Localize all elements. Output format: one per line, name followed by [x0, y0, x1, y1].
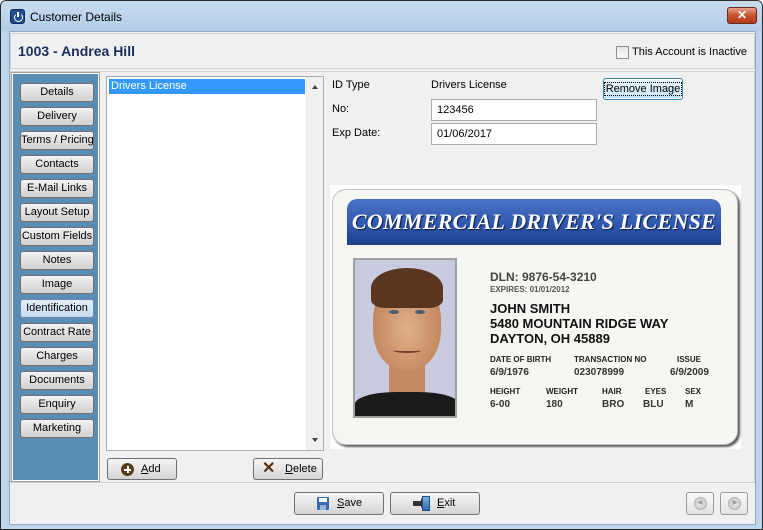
scroll-down-arrow-icon[interactable]: [312, 438, 318, 442]
customer-details-window: Customer Details ✕ 1003 - Andrea Hill Th…: [0, 0, 763, 530]
sex-label: SEX: [685, 387, 702, 396]
list-scrollbar[interactable]: [306, 77, 323, 450]
inactive-checkbox-label[interactable]: This Account is Inactive: [632, 46, 747, 58]
delete-button[interactable]: ✕ Delete: [253, 458, 323, 480]
transaction-value: 023078999: [574, 367, 625, 378]
no-input[interactable]: 123456: [431, 99, 597, 121]
window-title: Customer Details: [30, 10, 123, 24]
exit-label: xit: [444, 497, 456, 509]
add-button[interactable]: Add: [107, 458, 177, 480]
id-list[interactable]: Drivers License: [106, 76, 324, 451]
dob-label: DATE OF BIRTH: [490, 355, 552, 364]
sidebar-item-notes[interactable]: Notes: [20, 251, 94, 270]
power-icon: [10, 9, 25, 24]
eyes-label: EYES: [645, 387, 667, 396]
inactive-checkbox[interactable]: [616, 46, 629, 59]
previous-record-button[interactable]: ◀|: [686, 492, 714, 515]
remove-image-button[interactable]: Remove Image: [603, 78, 683, 100]
sidebar-item-documents[interactable]: Documents: [20, 371, 94, 390]
license-header: COMMERCIAL DRIVER'S LICENSE: [347, 199, 721, 245]
sidebar-item-e-mail-links[interactable]: E-Mail Links: [20, 179, 94, 198]
license-name: JOHN SMITH: [490, 301, 571, 316]
next-record-button[interactable]: |▶: [720, 492, 748, 515]
weight-value: 180: [546, 399, 563, 410]
exit-button[interactable]: Exit: [390, 492, 480, 515]
eyes-value: BLU: [643, 399, 664, 410]
weight-label: WEIGHT: [546, 387, 578, 396]
hair-label: HAIR: [602, 387, 622, 396]
sidebar: Details Delivery Terms / Pricing Contacts E-…: [11, 72, 100, 482]
transaction-label: TRANSACTION NO: [574, 355, 647, 364]
license-address2: DAYTON, OH 45889: [490, 331, 610, 346]
sidebar-item-details[interactable]: Details: [20, 83, 94, 102]
exp-date-label: Exp Date:: [332, 127, 381, 139]
id-image: COMMERCIAL DRIVER'S LICENSE DLN: 9876-54…: [330, 185, 741, 449]
remove-image-label: Remove Image: [603, 82, 683, 96]
close-button[interactable]: ✕: [727, 7, 757, 24]
sidebar-item-contacts[interactable]: Contacts: [20, 155, 94, 174]
sidebar-item-charges[interactable]: Charges: [20, 347, 94, 366]
sidebar-item-image[interactable]: Image: [20, 275, 94, 294]
customer-title: 1003 - Andrea Hill: [18, 43, 135, 59]
id-type-label: ID Type: [332, 79, 370, 91]
sidebar-item-marketing[interactable]: Marketing: [20, 419, 94, 438]
dob-value: 6/9/1976: [490, 367, 529, 378]
license-expires: EXPIRES: 01/01/2012: [490, 285, 570, 294]
delete-label-accel: D: [285, 463, 293, 475]
sidebar-item-contract-rate[interactable]: Contract Rate: [20, 323, 94, 342]
sidebar-item-delivery[interactable]: Delivery: [20, 107, 94, 126]
exit-door-icon: [413, 496, 431, 511]
scroll-up-arrow-icon[interactable]: [312, 85, 318, 89]
sex-value: M: [685, 399, 694, 410]
x-icon: ✕: [262, 460, 276, 477]
list-item[interactable]: Drivers License: [109, 79, 305, 94]
sidebar-item-enquiry[interactable]: Enquiry: [20, 395, 94, 414]
sidebar-item-identification[interactable]: Identification: [20, 299, 94, 318]
height-label: HEIGHT: [490, 387, 521, 396]
skip-forward-icon: |▶: [728, 497, 741, 510]
sidebar-item-custom-fields[interactable]: Custom Fields: [20, 227, 94, 246]
save-label: ave: [344, 497, 363, 509]
license-address1: 5480 MOUNTAIN RIDGE WAY: [490, 316, 669, 331]
add-label: dd: [148, 463, 161, 475]
save-button[interactable]: Save: [294, 492, 384, 515]
client-area: 1003 - Andrea Hill This Account is Inact…: [9, 31, 756, 525]
header-panel: 1003 - Andrea Hill This Account is Inact…: [10, 33, 755, 69]
exp-date-input[interactable]: 01/06/2017: [431, 123, 597, 145]
issue-value: 6/9/2009: [670, 367, 709, 378]
plus-circle-icon: [121, 463, 134, 476]
issue-label: ISSUE: [677, 355, 702, 364]
license-photo: [353, 258, 457, 418]
sidebar-item-terms-pricing[interactable]: Terms / Pricing: [20, 131, 94, 150]
no-label: No:: [332, 103, 350, 115]
sidebar-item-layout-setup[interactable]: Layout Setup: [20, 203, 94, 222]
height-value: 6-00: [490, 399, 511, 410]
license-card: COMMERCIAL DRIVER'S LICENSE DLN: 9876-54…: [332, 189, 738, 445]
delete-label: elete: [292, 463, 317, 475]
title-bar[interactable]: Customer Details ✕: [1, 1, 762, 31]
floppy-disk-icon: [317, 497, 329, 510]
body-panel: Details Delivery Terms / Pricing Contacts E-…: [10, 71, 755, 483]
id-type-value: Drivers License: [431, 79, 507, 91]
skip-back-icon: ◀|: [694, 497, 707, 510]
hair-value: BRO: [602, 399, 625, 410]
license-dln: DLN: 9876-54-3210: [490, 270, 597, 284]
